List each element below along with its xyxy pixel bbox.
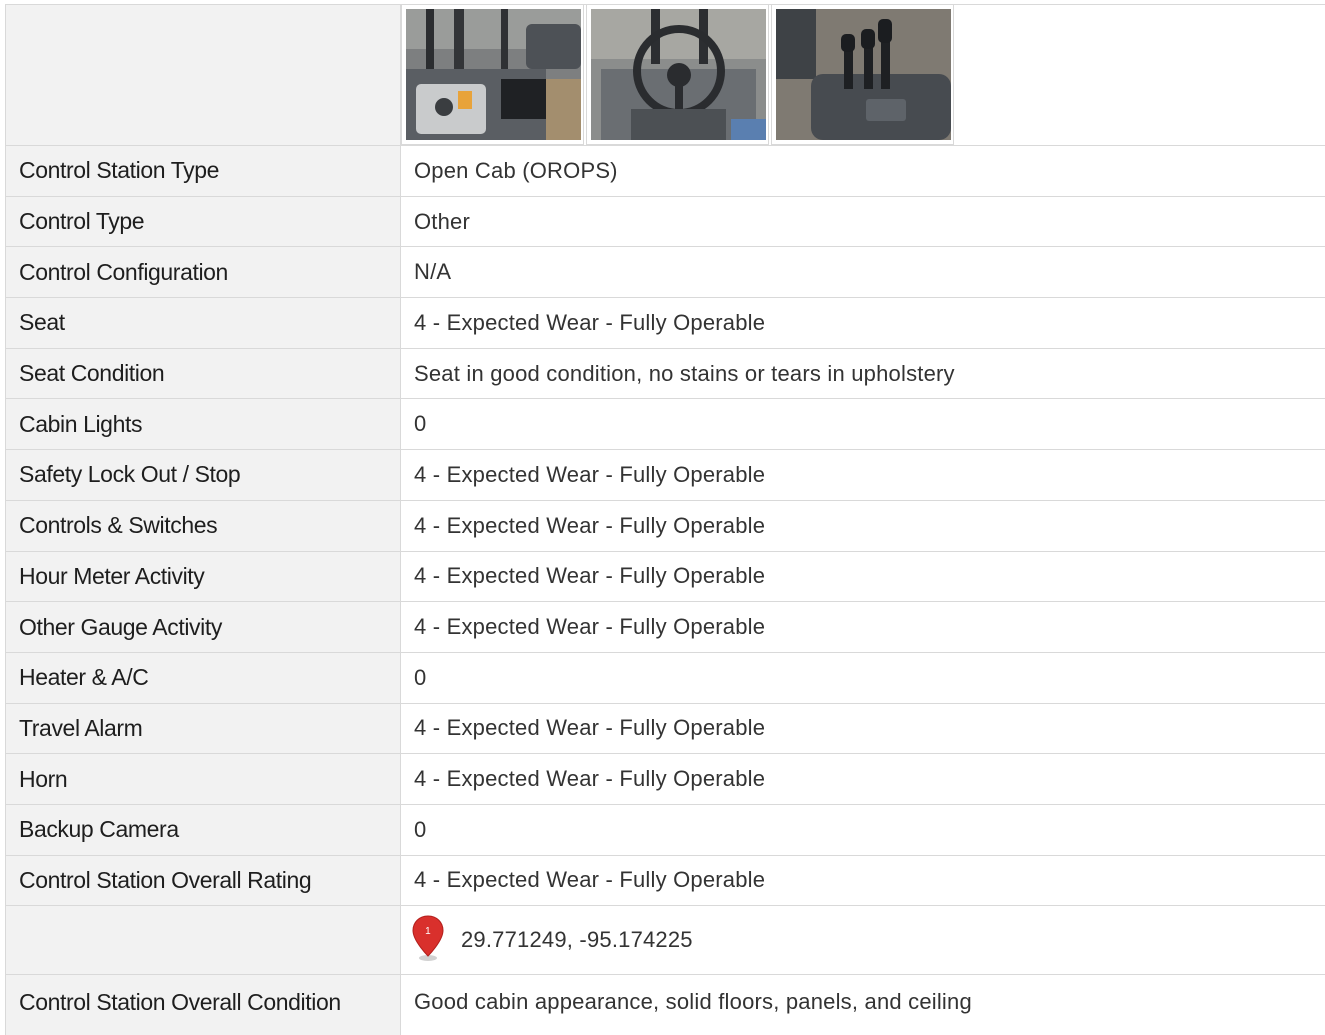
row-value: Good cabin appearance, solid floors, pan… (414, 989, 972, 1015)
row-label: Other Gauge Activity (6, 602, 401, 652)
row-value: 4 - Expected Wear - Fully Operable (414, 867, 766, 893)
row-label: Control Type (6, 196, 401, 247)
row-value: N/A (414, 259, 452, 285)
row-label: Travel Alarm (6, 703, 401, 754)
photo-row (6, 5, 1325, 146)
photo-thumbnail-3[interactable] (771, 5, 954, 145)
row-label: Hour Meter Activity (6, 551, 401, 602)
row-value: 4 - Expected Wear - Fully Operable (414, 309, 766, 335)
row-label: Control Station Overall Rating (6, 855, 401, 906)
row-value: Open Cab (OROPS) (414, 157, 618, 183)
row-value: 0 (414, 664, 427, 690)
photo-thumbnail-2[interactable] (586, 5, 769, 145)
table-row: Controls & Switches 4 - Expected Wear - … (6, 500, 1325, 552)
location-row-value: 1 29.771249, -95.174225 (401, 906, 1325, 974)
row-label: Seat (6, 298, 401, 348)
photo-strip (401, 5, 956, 145)
row-value: 4 - Expected Wear - Fully Operable (414, 614, 766, 640)
control-levers-photo-icon (776, 9, 951, 140)
row-value: 4 - Expected Wear - Fully Operable (414, 563, 766, 589)
table-row: Control Type Other (6, 196, 1325, 248)
row-label: Control Station Type (6, 146, 401, 196)
inspection-table: Control Station Type Open Cab (OROPS) Co… (5, 4, 1325, 1035)
row-label: Cabin Lights (6, 399, 401, 450)
table-row: Other Gauge Activity 4 - Expected Wear -… (6, 602, 1325, 653)
photo-thumbnail-1[interactable] (401, 5, 584, 145)
seat-panel-photo-icon (406, 9, 581, 140)
row-value: 0 (414, 816, 427, 842)
photo-row-label (6, 5, 401, 145)
row-label: Control Station Overall Condition (6, 975, 401, 1035)
row-value: 4 - Expected Wear - Fully Operable (414, 512, 766, 538)
table-row: Travel Alarm 4 - Expected Wear - Fully O… (6, 703, 1325, 755)
table-row: Seat 4 - Expected Wear - Fully Operable (6, 298, 1325, 349)
photo-row-value (401, 5, 1325, 145)
table-row: Cabin Lights 0 (6, 399, 1325, 451)
row-value: 4 - Expected Wear - Fully Operable (414, 766, 766, 792)
table-row: Safety Lock Out / Stop 4 - Expected Wear… (6, 450, 1325, 501)
table-row: Hour Meter Activity 4 - Expected Wear - … (6, 551, 1325, 603)
location-row-label (6, 906, 401, 975)
table-row: Control Station Overall Condition Good c… (6, 975, 1325, 1035)
table-row: Seat Condition Seat in good condition, n… (6, 348, 1325, 400)
row-label: Safety Lock Out / Stop (6, 450, 401, 500)
row-label: Heater & A/C (6, 652, 401, 703)
row-label: Horn (6, 754, 401, 804)
gps-coordinates: 29.771249, -95.174225 (461, 927, 693, 953)
table-row: Backup Camera 0 (6, 804, 1325, 856)
row-label: Controls & Switches (6, 500, 401, 551)
steering-wheel-photo-icon (591, 9, 766, 140)
row-label: Seat Condition (6, 348, 401, 399)
map-pin-number: 1 (425, 926, 431, 937)
row-label: Control Configuration (6, 247, 401, 298)
table-row: Control Station Type Open Cab (OROPS) (6, 146, 1325, 197)
map-pin-icon[interactable]: 1 (411, 914, 445, 962)
row-value: 4 - Expected Wear - Fully Operable (414, 461, 766, 487)
row-value: Seat in good condition, no stains or tea… (414, 360, 955, 386)
table-row: Control Configuration N/A (6, 247, 1325, 299)
row-value: 4 - Expected Wear - Fully Operable (414, 715, 766, 741)
table-row: Horn 4 - Expected Wear - Fully Operable (6, 754, 1325, 805)
table-row: Heater & A/C 0 (6, 652, 1325, 704)
row-value: Other (414, 208, 471, 234)
location-row: 1 29.771249, -95.174225 (6, 906, 1325, 976)
row-value: 0 (414, 411, 427, 437)
table-row: Control Station Overall Rating 4 - Expec… (6, 855, 1325, 907)
row-label: Backup Camera (6, 804, 401, 855)
